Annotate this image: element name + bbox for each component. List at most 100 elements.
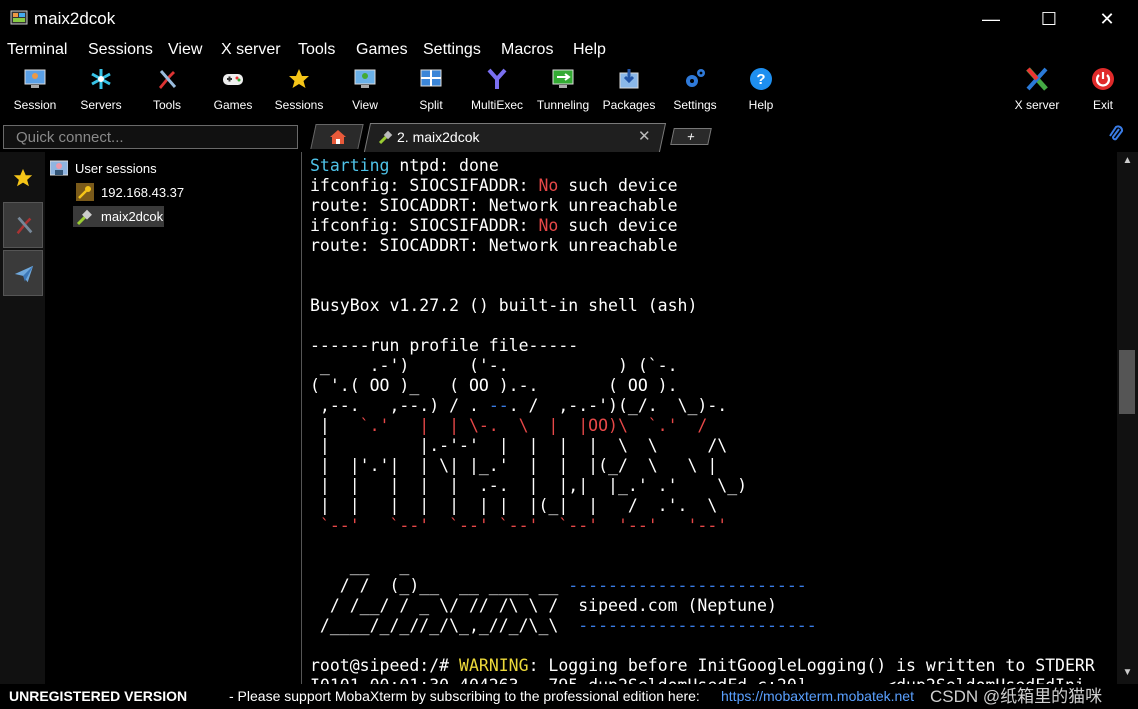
terminal-segment: / /__/ / _ \/ // /\ \ / sipeed.com (Nept… bbox=[310, 596, 777, 615]
terminal-line: | |'.'| | \| |_.' | | |(_/ \ \ | bbox=[310, 456, 717, 475]
terminal-segment: / / (_)__ __ ____ __ bbox=[310, 576, 569, 595]
sidebar-tab-sessions[interactable] bbox=[3, 154, 43, 200]
sidebar-tab-macros[interactable] bbox=[3, 250, 43, 296]
terminal-segment: . / ,-.-')(_/. \_)-. bbox=[508, 396, 728, 415]
terminal-line: /____/_/_//_/\_,_//_/\_\ ---------------… bbox=[310, 616, 817, 635]
toolbar-packages-button[interactable]: Packages bbox=[596, 65, 662, 115]
menu-bar: Terminal Sessions View X server Tools Ga… bbox=[0, 38, 1138, 63]
session-icon bbox=[24, 69, 46, 88]
mobaxterm-link[interactable]: https://mobaxterm.mobatek.net bbox=[721, 684, 914, 709]
toolbar-help-button[interactable]: ? Help bbox=[728, 65, 794, 115]
terminal-view[interactable]: Starting ntpd: done ifconfig: SIOCSIFADD… bbox=[302, 152, 1117, 684]
toolbar-split-button[interactable]: Split bbox=[398, 65, 464, 115]
toolbar-multiexec-button[interactable]: MultiExec bbox=[464, 65, 530, 115]
terminal-segment: root@sipeed:/# bbox=[310, 656, 460, 675]
toolbar-label: X server bbox=[1014, 98, 1060, 112]
toolbar-settings-button[interactable]: Settings bbox=[662, 65, 728, 115]
scroll-up-arrow[interactable]: ▲ bbox=[1117, 152, 1138, 170]
terminal-line: | |.-'-' | | | | \ \ /\ bbox=[310, 436, 727, 455]
scroll-down-arrow[interactable]: ▼ bbox=[1117, 664, 1138, 682]
toolbar-xserver-button[interactable]: X server bbox=[1004, 65, 1070, 115]
toolbar-games-button[interactable]: Games bbox=[200, 65, 266, 115]
toolbar-label: MultiExec bbox=[470, 98, 523, 112]
terminal-segment: `--' `--' `--' `--' `--' '--' '--' bbox=[319, 516, 728, 535]
minimize-button[interactable]: — bbox=[962, 0, 1020, 38]
maximize-button[interactable]: ☐ bbox=[1020, 0, 1078, 38]
toolbar: Session Servers Tools Games Sessions Vie… bbox=[0, 63, 1138, 117]
terminal-output: Starting ntpd: done ifconfig: SIOCSIFADD… bbox=[310, 156, 1095, 684]
terminal-scrollbar[interactable]: ▲ ▼ bbox=[1117, 152, 1138, 684]
toolbar-servers-button[interactable]: Servers bbox=[68, 65, 134, 115]
sessions-tree: User sessions 192.168.43.37 maix2dcok bbox=[45, 152, 302, 684]
terminal-segment: route: SIOCADDRT: Network unreachable bbox=[310, 196, 678, 215]
quick-connect-input[interactable]: Quick connect... bbox=[3, 125, 298, 149]
terminal-segment: route: SIOCADDRT: Network unreachable bbox=[310, 236, 678, 255]
terminal-line: ifconfig: SIOCSIFADDR: No such device bbox=[310, 216, 678, 235]
tree-item-192-168-43-37[interactable]: 192.168.43.37 bbox=[101, 185, 184, 200]
toolbar-session-button[interactable]: Session bbox=[2, 65, 68, 115]
terminal-segment: WARNING bbox=[459, 656, 529, 675]
terminal-line: | `.' | | \-. \ | |OO)\ `.' / bbox=[310, 416, 707, 435]
tools-icon bbox=[16, 216, 33, 235]
terminal-line: ,--. ,--.) / . --. / ,-.-')(_/. \_)-. bbox=[310, 396, 727, 415]
terminal-line: ( '.( OO )_ ( OO ).-. ( OO ). bbox=[310, 376, 678, 395]
ssh-plug-icon bbox=[76, 209, 92, 226]
menu-view[interactable]: View bbox=[168, 41, 202, 59]
tree-root-label[interactable]: User sessions bbox=[75, 161, 157, 176]
terminal-segment: ( '.( OO )_ ( OO ).-. ( OO ). bbox=[310, 376, 678, 395]
toolbar-tunneling-button[interactable]: Tunneling bbox=[530, 65, 596, 115]
terminal-segment: I0101 00:01:30.404263 795 dup2SeldomUsed… bbox=[310, 676, 1085, 684]
toolbar-label: View bbox=[352, 98, 378, 112]
toolbar-exit-button[interactable]: Exit bbox=[1070, 65, 1136, 115]
menu-terminal[interactable]: Terminal bbox=[7, 41, 67, 59]
menu-help[interactable]: Help bbox=[573, 41, 606, 59]
tab-close-icon[interactable]: ✕ bbox=[638, 127, 651, 145]
terminal-segment: No bbox=[538, 216, 559, 235]
terminal-line: root@sipeed:/# WARNING: Logging before I… bbox=[310, 656, 1095, 675]
menu-games[interactable]: Games bbox=[356, 41, 408, 59]
new-tab-button[interactable]: + bbox=[670, 128, 712, 145]
ssh-plug-icon bbox=[378, 130, 393, 145]
terminal-segment bbox=[310, 516, 320, 535]
key-icon bbox=[76, 183, 94, 201]
menu-sessions[interactable]: Sessions bbox=[88, 41, 153, 59]
watermark: CSDN @纸箱里的猫咪 bbox=[930, 687, 1103, 706]
terminal-segment: /____/_/_//_/\_,_//_/\_\ bbox=[310, 616, 579, 635]
xserver-icon bbox=[1026, 67, 1048, 91]
toolbar-label: Help bbox=[748, 98, 774, 112]
toolbar-view-button[interactable]: View bbox=[332, 65, 398, 115]
terminal-segment: ifconfig: SIOCSIFADDR: bbox=[310, 176, 539, 195]
toolbar-label: Servers bbox=[80, 98, 122, 112]
terminal-segment: No bbox=[538, 176, 559, 195]
close-window-button[interactable]: ✕ bbox=[1078, 0, 1136, 38]
terminal-line: `--' `--' `--' `--' `--' '--' '--' bbox=[310, 516, 727, 535]
paperclip-icon[interactable] bbox=[1108, 125, 1124, 143]
exit-icon bbox=[1092, 68, 1114, 90]
games-icon bbox=[223, 74, 243, 85]
user-sessions-folder-icon bbox=[50, 160, 68, 176]
terminal-line: / /__/ / _ \/ // /\ \ / sipeed.com (Nept… bbox=[310, 596, 777, 615]
terminal-segment: : Logging before InitGoogleLogging() is … bbox=[528, 656, 1095, 675]
tree-item-maix2dcok[interactable]: maix2dcok bbox=[101, 209, 163, 224]
menu-settings[interactable]: Settings bbox=[423, 41, 481, 59]
menu-macros[interactable]: Macros bbox=[501, 41, 553, 59]
scroll-thumb[interactable] bbox=[1119, 350, 1135, 414]
toolbar-sessions-button[interactable]: Sessions bbox=[266, 65, 332, 115]
toolbar-label: Packages bbox=[602, 98, 656, 112]
toolbar-label: Split bbox=[419, 98, 443, 112]
terminal-line: route: SIOCADDRT: Network unreachable bbox=[310, 196, 678, 215]
window-title: maix2dcok bbox=[34, 9, 116, 28]
sidebar-tab-tools[interactable] bbox=[3, 202, 43, 248]
help-icon: ? bbox=[750, 68, 772, 90]
menu-x-server[interactable]: X server bbox=[221, 41, 281, 59]
multiexec-icon bbox=[487, 68, 507, 89]
terminal-segment: such device bbox=[558, 216, 678, 235]
menu-tools[interactable]: Tools bbox=[298, 41, 335, 59]
toolbar-label: Settings bbox=[673, 98, 717, 112]
packages-icon bbox=[619, 69, 639, 89]
terminal-segment: Starting bbox=[310, 156, 390, 175]
terminal-segment: ------------------------ bbox=[568, 576, 807, 595]
toolbar-tools-button[interactable]: Tools bbox=[134, 65, 200, 115]
svg-text:?: ? bbox=[756, 71, 765, 88]
terminal-line: __ _ bbox=[310, 556, 410, 575]
